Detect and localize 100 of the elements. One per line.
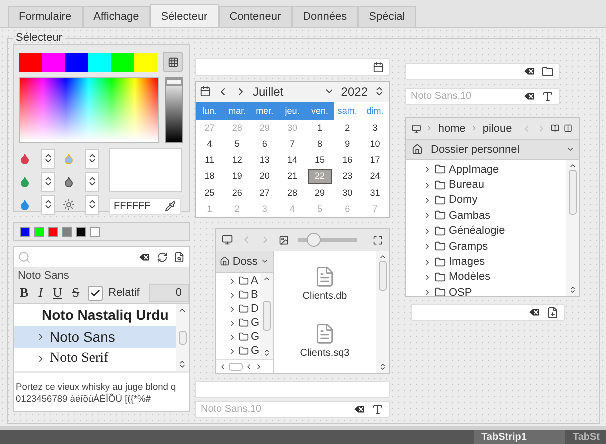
tab[interactable]: Affichage [82, 6, 150, 27]
folder-item[interactable]: Bureau [406, 177, 566, 193]
date-field[interactable] [195, 58, 390, 76]
font-icon[interactable] [542, 90, 554, 102]
file-search-icon[interactable] [174, 252, 185, 262]
color-swatch[interactable] [76, 226, 86, 236]
color-swatch[interactable] [48, 226, 58, 236]
monitor-icon[interactable] [222, 234, 234, 246]
calendar-day[interactable]: 24 [363, 169, 387, 184]
folder-item[interactable]: Gramps [406, 238, 566, 254]
up-down-icon[interactable] [374, 86, 385, 98]
tab[interactable]: Formulaire [8, 6, 83, 27]
tab[interactable]: Sélecteur [150, 4, 219, 28]
book-icon[interactable] [550, 123, 560, 134]
color-swatch[interactable] [111, 52, 134, 72]
file-item[interactable]: Clients.sq3 [300, 322, 350, 358]
color-swatch[interactable] [62, 226, 72, 236]
color-swatch[interactable] [88, 52, 111, 72]
calendar-day[interactable]: 14 [280, 153, 304, 168]
calendar-day[interactable]: 10 [363, 136, 387, 152]
color-swatch[interactable] [20, 226, 30, 236]
slider-thumb[interactable] [165, 78, 183, 86]
folder-item[interactable]: Images [406, 254, 566, 270]
calendar-day[interactable]: 23 [336, 169, 360, 184]
style-button[interactable]: S [70, 285, 82, 301]
month-label[interactable]: Juillet [253, 84, 284, 99]
calendar-day[interactable]: 16 [336, 153, 360, 168]
clear-icon[interactable] [523, 90, 536, 103]
calendar-day[interactable]: 27 [253, 186, 277, 200]
size-field[interactable]: 0 [149, 284, 189, 302]
strip-tab[interactable]: TabSt [564, 430, 606, 444]
color-swatch[interactable] [42, 52, 65, 72]
scroll-thumb[interactable] [178, 330, 186, 344]
folder-item[interactable]: OSP [406, 285, 566, 296]
calendar-day[interactable]: 30 [336, 186, 360, 200]
color-spectrum[interactable] [19, 77, 159, 143]
tree-item[interactable]: G [216, 344, 260, 358]
checkbox[interactable] [88, 286, 103, 300]
places-dropdown[interactable]: Dossier personnel [406, 140, 579, 160]
font-icon[interactable] [372, 404, 384, 416]
tab[interactable]: Conteneur [218, 6, 292, 27]
spin-box[interactable] [85, 172, 99, 192]
places-dropdown[interactable]: Doss [216, 251, 273, 273]
path-segment[interactable]: piloue [482, 122, 512, 134]
color-swatch[interactable] [134, 52, 157, 72]
calendar-day[interactable]: 29 [308, 186, 332, 200]
calendar-day[interactable]: 13 [253, 153, 277, 168]
grid-button[interactable] [163, 52, 183, 72]
year-label[interactable]: 2022 [341, 84, 368, 99]
scrollbar[interactable] [260, 273, 273, 359]
calendar-day[interactable]: 15 [308, 153, 332, 168]
calendar-day[interactable]: 31 [363, 186, 387, 200]
path-segment[interactable]: home [438, 122, 466, 134]
folder-item[interactable]: Généalogie [406, 224, 566, 239]
color-swatch[interactable] [34, 226, 44, 236]
brightness-slider[interactable] [165, 77, 183, 143]
color-swatch[interactable] [19, 52, 42, 72]
spin-box[interactable] [85, 194, 99, 214]
calendar-day[interactable]: 18 [198, 169, 222, 184]
calendar-day[interactable]: 11 [198, 153, 222, 168]
tree-item[interactable]: B [216, 288, 260, 302]
calendar-icon[interactable] [200, 86, 211, 98]
eyedropper-icon[interactable] [165, 201, 176, 212]
color-swatch[interactable] [90, 226, 100, 236]
calendar-day[interactable]: 25 [198, 186, 222, 200]
file-icon[interactable] [547, 306, 559, 318]
tree-item[interactable]: G [216, 330, 260, 344]
monitor-icon[interactable] [412, 122, 422, 134]
spin-box[interactable] [41, 172, 55, 192]
style-button[interactable]: U [51, 285, 64, 301]
calendar-day[interactable]: 4 [198, 136, 222, 152]
color-swatch[interactable] [65, 52, 88, 72]
hex-field[interactable]: FFFFFF [109, 198, 181, 215]
calendar-day[interactable]: 20 [253, 169, 277, 184]
spin-box[interactable] [85, 148, 99, 168]
font-list-item[interactable]: Noto Serif [14, 348, 176, 370]
tree-item[interactable]: D [216, 302, 260, 316]
folder-icon[interactable] [542, 66, 554, 78]
tree-item[interactable]: A [216, 274, 260, 288]
strip-tab[interactable]: TabStrip1 [474, 430, 565, 444]
calendar-day[interactable]: 19 [226, 169, 250, 184]
file-field[interactable] [411, 304, 565, 321]
text-field[interactable] [195, 381, 390, 398]
style-button[interactable]: B [18, 285, 31, 301]
font-list-item[interactable]: Noto Nastaliq Urdu [14, 304, 176, 326]
tab[interactable]: Spécial [358, 6, 416, 27]
calendar-day[interactable]: 3 [363, 120, 387, 135]
folder-item[interactable]: Domy [406, 192, 566, 208]
calendar-day[interactable]: 5 [226, 136, 250, 152]
calendar-day[interactable]: 7 [280, 136, 304, 152]
clear-icon[interactable] [523, 65, 536, 78]
scroll-thumb[interactable] [262, 301, 270, 331]
refresh-icon[interactable] [157, 252, 168, 262]
tab[interactable]: Données [292, 6, 358, 27]
calendar-day[interactable]: 9 [336, 136, 360, 152]
spin-box[interactable] [41, 194, 55, 214]
folder-item[interactable]: Modèles [406, 270, 566, 286]
image-icon[interactable] [279, 234, 290, 246]
horizontal-scrollbar[interactable] [216, 359, 273, 373]
file-item[interactable]: Clients.db [302, 266, 348, 302]
